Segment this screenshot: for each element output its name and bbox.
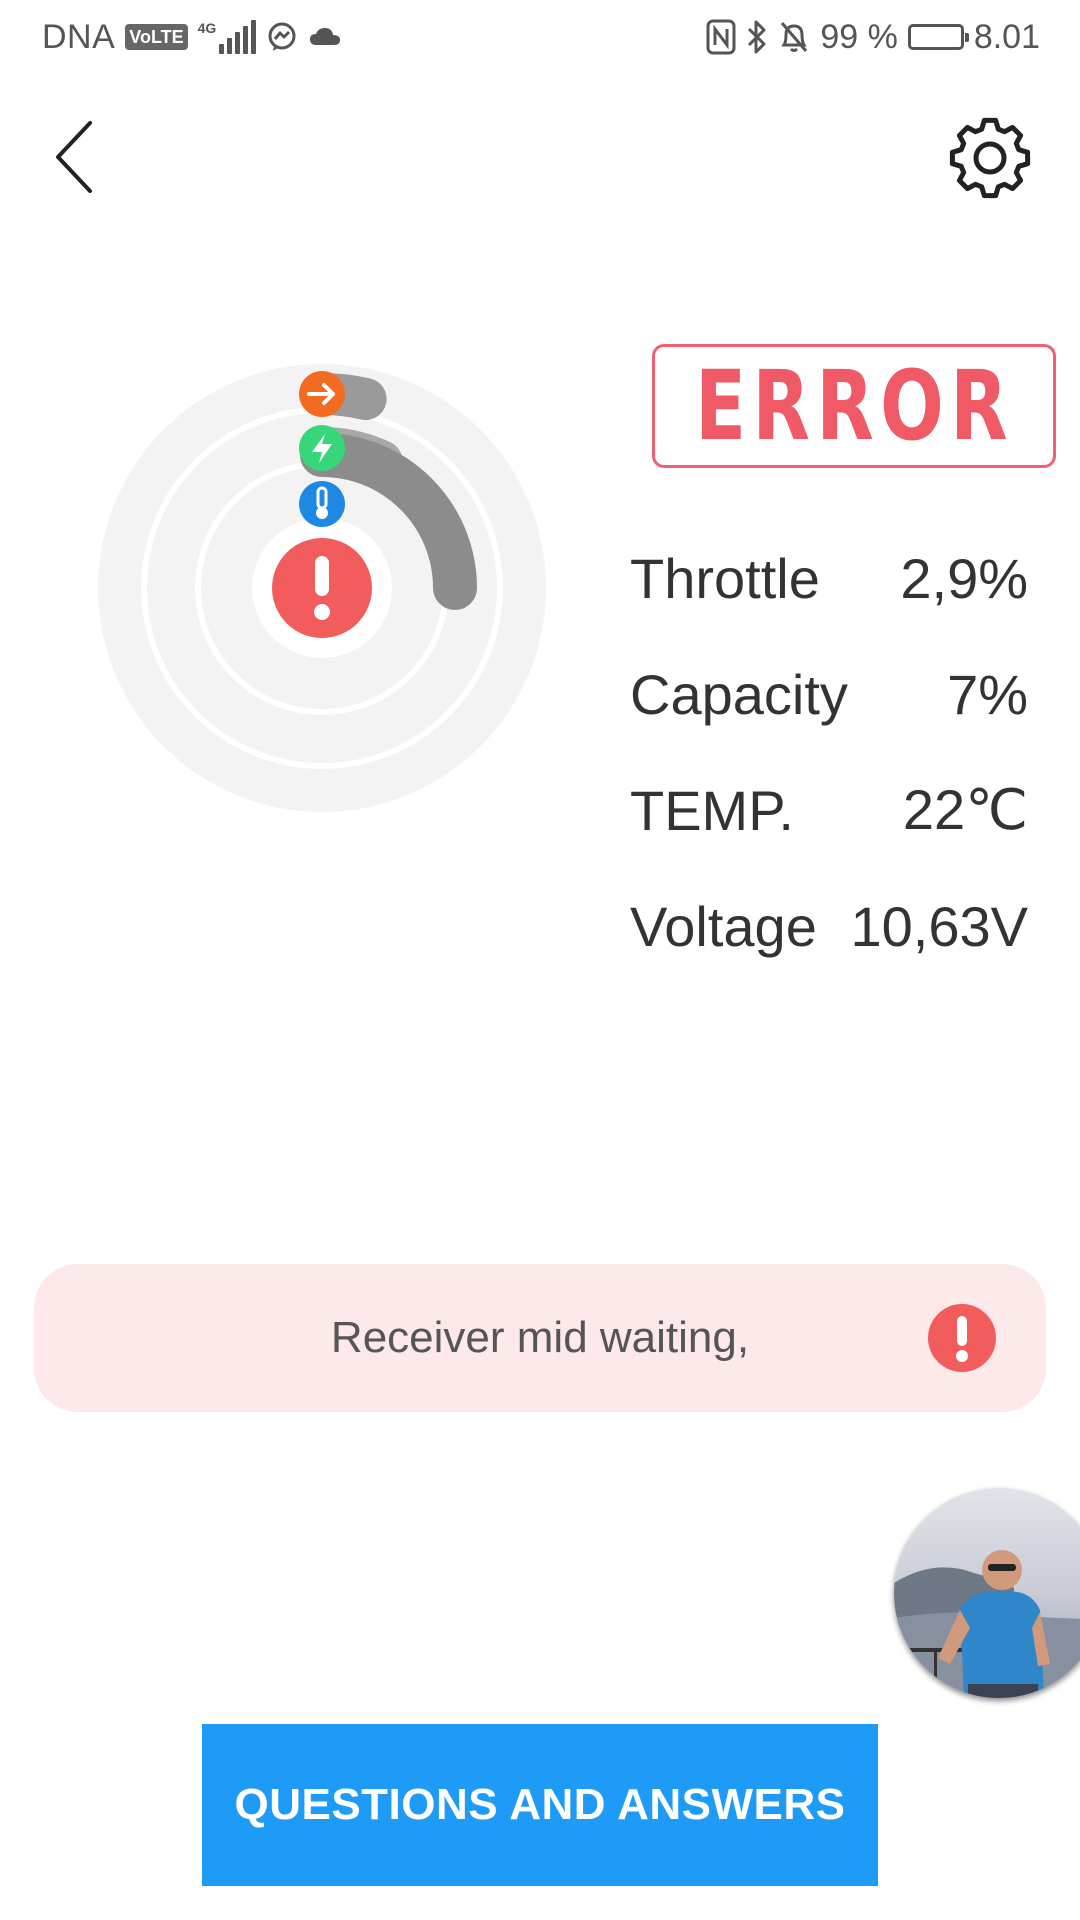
status-bar-right: 99 % 8.01 [706, 14, 1040, 60]
exclamation-icon [272, 538, 372, 638]
carrier-name: DNA [42, 17, 116, 56]
stats-panel: Throttle 2,9% Capacity 7% TEMP. 22℃ Volt… [630, 520, 1028, 984]
avatar[interactable] [894, 1488, 1080, 1698]
bell-off-icon [778, 19, 810, 55]
gear-icon [949, 117, 1031, 199]
stat-row-capacity: Capacity 7% [630, 636, 1028, 752]
stat-value: 2,9% [900, 546, 1028, 610]
arrow-right-icon [299, 371, 345, 417]
exclamation-icon [928, 1304, 996, 1372]
stat-label: TEMP. [630, 778, 794, 842]
stat-value: 10,63V [850, 894, 1029, 958]
alert-banner: Receiver mid waiting, [34, 1264, 1046, 1412]
thermometer-icon [299, 481, 345, 527]
status-bar-left: DNA VoLTE 4G [42, 14, 342, 60]
status-bar: DNA VoLTE 4G 99 % 8.01 [0, 0, 1080, 76]
battery-percent: 99 % [820, 17, 898, 56]
signal-icon: 4G [198, 20, 257, 54]
chevron-left-icon [56, 121, 92, 193]
battery-icon [907, 24, 969, 50]
stat-label: Voltage [630, 894, 817, 958]
messenger-icon [266, 21, 298, 53]
questions-and-answers-button[interactable]: QUESTIONS AND ANSWERS [202, 1724, 878, 1886]
clock: 8.01 [973, 17, 1040, 56]
gauge-graphic [98, 364, 546, 812]
stat-value: 7% [947, 662, 1028, 726]
error-status-label: ERROR [694, 350, 1014, 462]
stat-value: 22℃ [902, 778, 1028, 841]
network-type: 4G [197, 20, 217, 36]
lightning-icon [299, 425, 345, 471]
cloud-icon [308, 25, 342, 49]
volte-badge: VoLTE [125, 24, 188, 50]
stat-row-temperature: TEMP. 22℃ [630, 752, 1028, 868]
bluetooth-icon [746, 19, 768, 55]
back-button[interactable] [38, 112, 108, 202]
stat-row-voltage: Voltage 10,63V [630, 868, 1028, 984]
user-photo [894, 1488, 1080, 1698]
settings-button[interactable] [944, 112, 1036, 204]
battery-gauge [98, 360, 546, 812]
error-status-box: ERROR [652, 344, 1056, 468]
alert-message: Receiver mid waiting, [330, 1313, 750, 1362]
stat-row-throttle: Throttle 2,9% [630, 520, 1028, 636]
nfc-icon [706, 19, 736, 55]
stat-label: Throttle [630, 546, 820, 610]
stat-label: Capacity [630, 662, 848, 726]
